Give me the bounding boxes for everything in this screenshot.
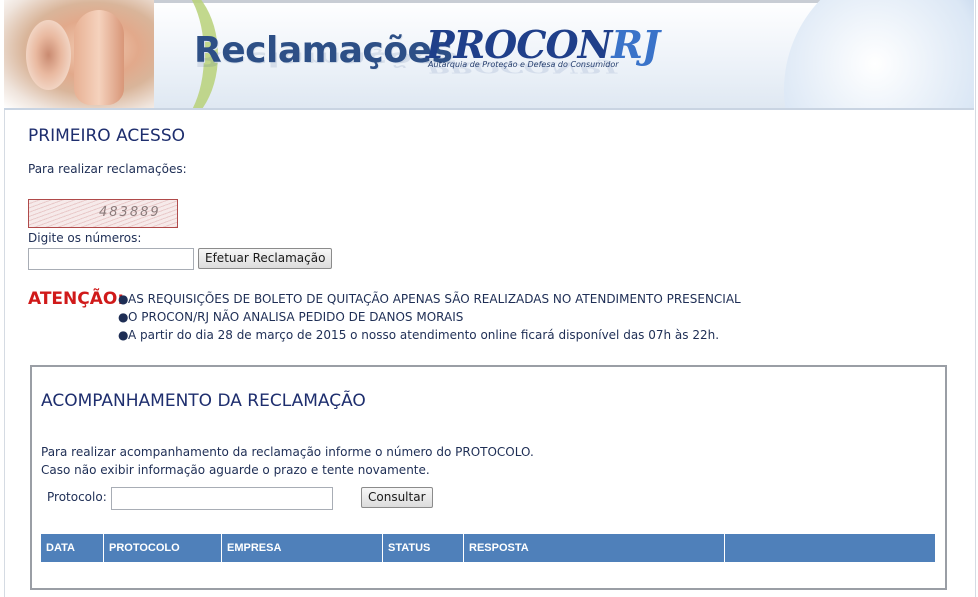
intro-text: Para realizar reclamações: [28, 162, 187, 176]
notice-item: ●AS REQUISIÇÕES DE BOLETO DE QUITAÇÃO AP… [118, 292, 741, 310]
notice-text: A partir do dia 28 de março de 2015 o no… [128, 328, 720, 342]
notice-item: ●O PROCON/RJ NÃO ANALISA PEDIDO DE DANOS… [118, 310, 741, 328]
atencao-notices: ●AS REQUISIÇÕES DE BOLETO DE QUITAÇÃO AP… [118, 292, 741, 346]
column-header-empty [725, 534, 935, 562]
captcha-image: 483889 [28, 199, 178, 228]
acompanhamento-note: Caso não exibir informação aguarde o pra… [41, 463, 430, 477]
results-table-header: DATA PROTOCOLO EMPRESA STATUS RESPOSTA [41, 534, 935, 562]
column-header-empresa: EMPRESA [222, 534, 383, 562]
logo-reflection: PROCONRJ [426, 58, 617, 77]
notice-text: AS REQUISIÇÕES DE BOLETO DE QUITAÇÃO APE… [128, 292, 741, 306]
consultar-button[interactable]: Consultar [361, 487, 433, 508]
column-header-status: STATUS [383, 534, 464, 562]
bullet-icon: ● [118, 292, 129, 306]
acompanhamento-heading: ACOMPANHAMENTO DA RECLAMAÇÃO [41, 391, 366, 411]
header-banner: Reclamações Reclamações PROCONRJ Autarqu… [4, 0, 974, 110]
efetuar-reclamacao-button[interactable]: Efetuar Reclamação [198, 248, 333, 269]
bullet-icon: ● [118, 310, 129, 324]
acompanhamento-instruction: Para realizar acompanhamento da reclamaç… [41, 445, 534, 459]
instruction-text: Para realizar acompanhamento da reclamaç… [41, 445, 452, 459]
notice-item: ●A partir do dia 28 de março de 2015 o n… [118, 328, 741, 346]
protocolo-label: Protocolo: [47, 490, 107, 504]
notice-text: O PROCON/RJ NÃO ANALISA PEDIDO DE DANOS … [128, 310, 464, 324]
atencao-label: ATENÇÃO: [28, 289, 125, 309]
globe-decoration [784, 0, 974, 108]
protocolo-emphasis: PROTOCOLO. [455, 445, 534, 459]
ear-image [26, 20, 71, 90]
column-header-data: DATA [41, 534, 104, 562]
primeiro-acesso-heading: PRIMEIRO ACESSO [28, 126, 186, 146]
digits-label: Digite os números: [28, 231, 142, 245]
page-title-reflection: Reclamações [194, 47, 458, 70]
captcha-text: 483889 [99, 205, 161, 220]
protocolo-input[interactable] [111, 487, 333, 510]
column-header-resposta: RESPOSTA [464, 534, 725, 562]
column-header-protocolo: PROTOCOLO [104, 534, 222, 562]
captcha-digits-input[interactable] [28, 248, 194, 270]
bullet-icon: ● [118, 328, 129, 342]
